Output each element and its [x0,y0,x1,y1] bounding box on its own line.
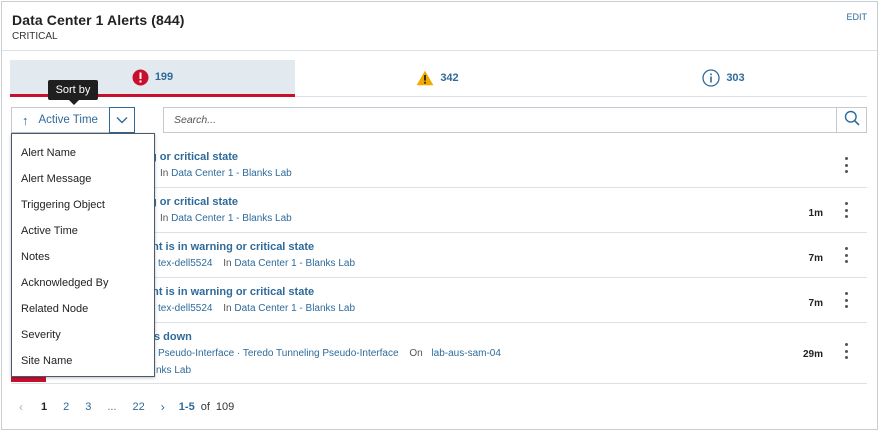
chevron-left-icon[interactable]: ‹ [19,400,23,414]
search-input[interactable] [163,107,837,133]
chevron-down-icon [116,111,128,129]
sort-option-active-time[interactable]: Active Time [12,218,154,244]
warning-icon [416,70,434,86]
tab-info[interactable]: 303 [580,60,867,96]
widget-header: Data Center 1 Alerts (844) CRITICAL [12,12,184,42]
alert-title[interactable]: s down [154,331,192,343]
edit-link[interactable]: EDIT [846,12,867,22]
meta-prefix: In [160,168,169,179]
alert-location[interactable]: nks Lab [156,365,191,376]
alert-age: 1m [808,208,823,219]
sort-by-menu: Alert Name Alert Message Triggering Obje… [11,133,155,377]
sort-option-alert-name[interactable]: Alert Name [12,140,154,166]
tab-critical-count: 199 [154,71,174,83]
alert-age: 29m [802,349,823,360]
alert-node[interactable]: lab-aus-sam-04 [431,348,500,359]
meta-prefix: In [223,303,232,314]
critical-icon [132,69,149,86]
page-link[interactable]: 2 [63,401,69,413]
critical-severity-bar [11,377,46,382]
alert-location[interactable]: Data Center 1 - Blanks Lab [171,168,292,179]
alert-object[interactable]: Pseudo-Interface · Teredo Tunneling Pseu… [158,348,399,359]
search-icon [844,110,860,131]
sort-option-notes[interactable]: Notes [12,244,154,270]
sort-tooltip: Sort by [48,80,98,105]
alert-location[interactable]: Data Center 1 - Blanks Lab [171,213,292,224]
alert-location[interactable]: Data Center 1 - Blanks Lab [234,303,355,314]
on-label: On [409,348,423,359]
sort-option-triggering-object[interactable]: Triggering Object [12,192,154,218]
alert-title[interactable]: ent is in warning or critical state [146,241,314,253]
sort-option-site-name[interactable]: Site Name [12,348,154,374]
page-ellipsis: ... [107,401,117,413]
alert-title[interactable]: ent is in warning or critical state [146,286,314,298]
more-options-icon[interactable] [841,341,851,361]
page-link[interactable]: 3 [85,401,91,413]
alert-title[interactable]: g or critical state [150,151,238,163]
tab-info-count: 303 [726,72,745,84]
header-divider [2,50,877,51]
page-link[interactable]: 22 [133,401,145,413]
sort-option-acknowledged-by[interactable]: Acknowledged By [12,270,154,296]
pagination: ‹ 1 2 3 ... 22 › 1-5 of 109 [19,398,234,416]
more-options-icon[interactable] [841,155,851,175]
more-options-icon[interactable] [841,245,851,265]
meta-prefix: In [223,258,232,269]
alert-age: 7m [808,298,823,309]
alert-meta: In Data Center 1 - Blanks Lab [160,213,292,224]
chevron-right-icon[interactable]: › [161,400,165,414]
sort-option-severity[interactable]: Severity [12,322,154,348]
widget-subtitle: CRITICAL [12,31,58,42]
alert-object[interactable]: tex-dell5524 [158,258,212,269]
sort-option-alert-message[interactable]: Alert Message [12,166,154,192]
page-total: 109 [215,401,235,413]
alert-title[interactable]: g or critical state [150,196,238,208]
more-options-icon[interactable] [841,200,851,220]
sort-label: Active Time [38,114,98,126]
alert-meta: Pseudo-Interface · Teredo Tunneling Pseu… [158,348,501,359]
alert-location[interactable]: Data Center 1 - Blanks Lab [234,258,355,269]
sort-option-related-node[interactable]: Related Node [12,296,154,322]
arrow-up-icon: ↑ [22,112,29,128]
sort-dropdown-toggle[interactable] [109,107,135,133]
tab-warning[interactable]: 342 [295,60,580,96]
severity-tabs: 199 342 303 [10,60,867,97]
alert-age: 7m [808,253,823,264]
page-range: 1-5 [178,401,195,413]
alert-meta: tex-dell5524 In Data Center 1 - Blanks L… [158,258,355,269]
alert-meta: tex-dell5524 In Data Center 1 - Blanks L… [158,303,355,314]
page-link[interactable]: 1 [41,401,47,413]
widget-title: Data Center 1 Alerts (844) [12,12,185,28]
meta-prefix: In [160,213,169,224]
info-icon [702,69,720,87]
sort-direction-button[interactable]: ↑ Active Time [11,107,109,133]
alert-meta: In Data Center 1 - Blanks Lab [160,168,292,179]
tab-warning-count: 342 [440,72,459,84]
search-button[interactable] [836,107,867,133]
page-of-label: of [200,401,210,413]
more-options-icon[interactable] [841,290,851,310]
alert-object[interactable]: tex-dell5524 [158,303,212,314]
